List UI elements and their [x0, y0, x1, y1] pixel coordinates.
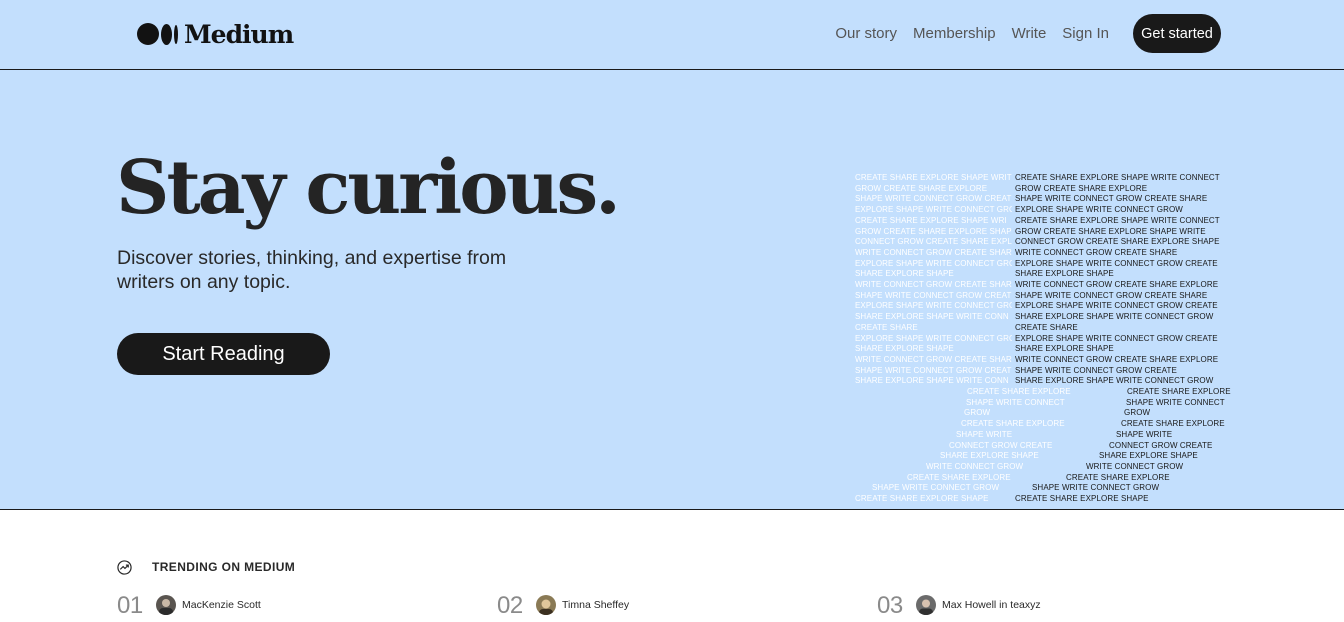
word-art-line: WRITE CONNECT GROW — [926, 461, 1024, 471]
trending-label: TRENDING ON MEDIUM — [152, 560, 296, 574]
trending-author[interactable]: MacKenzie Scott — [156, 595, 261, 615]
trending-header: TRENDING ON MEDIUM — [117, 558, 295, 576]
word-art-line: SHAPE WRITE — [1116, 429, 1173, 439]
word-art-line: GROW CREATE SHARE EXPLORE SHAPE WRITE — [1015, 226, 1206, 236]
word-art-line: EXPLORE SHAPE WRITE CONNECT GRO — [855, 301, 1012, 311]
trending-item[interactable]: 01 MacKenzie Scott — [117, 592, 261, 620]
word-art-line: CONNECT GROW CREATE — [1109, 440, 1213, 450]
trending-rank: 01 — [117, 592, 143, 619]
word-art-line: CONNECT GROW CREATE SHARE EXPL — [855, 237, 1012, 247]
brand-name: Medium — [184, 19, 294, 49]
word-art-line: SHAPE WRITE CONNECT GROW CREAT — [855, 290, 1012, 300]
word-art-line: WRITE CONNECT GROW — [1086, 461, 1184, 471]
word-art-line: EXPLORE SHAPE WRITE CONNECT GROW — [1015, 205, 1183, 215]
word-art-line: EXPLORE SHAPE WRITE CONNECT GRO — [855, 333, 1012, 343]
hero-title: Stay curious. — [116, 145, 621, 231]
word-art-line: CREATE SHARE EXPLORE SHAPE WRI — [855, 215, 1007, 225]
word-art-line: WRITE CONNECT GROW CREATE SHAR — [855, 354, 1012, 364]
trending-author[interactable]: Timna Sheffey — [536, 595, 629, 615]
start-reading-button[interactable]: Start Reading — [117, 333, 330, 375]
word-art-line: CREATE SHARE EXPLORE SHAPE WRITE CONNECT — [1015, 215, 1220, 225]
word-art-line: CONNECT GROW CREATE — [949, 440, 1053, 450]
avatar — [156, 595, 176, 615]
word-art-line: EXPLORE SHAPE WRITE CONNECT GROW CREATE — [1015, 301, 1218, 311]
word-art-line: SHAPE WRITE — [956, 429, 1013, 439]
word-art-line: EXPLORE SHAPE WRITE CONNECT GROW CREATE — [1015, 333, 1218, 343]
word-art-line: CREATE SHARE — [1015, 322, 1078, 332]
word-art-line: SHAPE WRITE CONNECT GROW — [1032, 483, 1160, 493]
trending-rank: 03 — [877, 592, 903, 619]
word-art-line: SHARE EXPLORE SHAPE WRITE CONNECT GROW — [1015, 376, 1214, 386]
word-art-line: SHARE EXPLORE SHAPE — [855, 344, 954, 354]
word-art-line: CREATE SHARE EXPLORE — [907, 472, 1011, 482]
word-art-line: EXPLORE SHAPE WRITE CONNECT GRO — [855, 258, 1012, 268]
trending-item[interactable]: 03 Max Howell in teaxyz — [877, 592, 1041, 620]
word-art-line: SHARE EXPLORE SHAPE WRITE CONNECT GROW — [1015, 312, 1214, 322]
get-started-button[interactable]: Get started — [1133, 14, 1221, 53]
word-art-line: EXPLORE SHAPE WRITE CONNECT GRO — [855, 205, 1012, 215]
avatar — [536, 595, 556, 615]
word-art-line: CREATE SHARE EXPLORE — [961, 419, 1065, 429]
word-art-line: GROW CREATE SHARE EXPLORE — [1015, 183, 1148, 193]
author-name: Timna Sheffey — [562, 599, 630, 611]
word-art-line: SHAPE WRITE CONNECT GROW CREATE SHARE — [1015, 194, 1208, 204]
author-name: Max Howell in teaxyz — [942, 599, 1041, 611]
word-art-line: SHAPE WRITE CONNECT GROW CREAT — [855, 365, 1012, 375]
word-art-line: SHARE EXPLORE SHAPE — [1015, 269, 1114, 279]
author-name: MacKenzie Scott — [182, 599, 261, 611]
word-art-line: CREATE SHARE EXPLORE — [967, 387, 1071, 396]
word-art-line: SHARE EXPLORE SHAPE — [855, 269, 954, 279]
word-art-line: EXPLORE SHAPE WRITE CONNECT GROW CREATE — [1015, 258, 1218, 268]
medium-logo-icon — [137, 23, 178, 45]
word-art-line: SHARE EXPLORE SHAPE WRITE CONN — [855, 312, 1009, 322]
word-art-line: SHAPE WRITE CONNECT GROW CREATE — [855, 194, 1012, 204]
word-art-line: GROW CREATE SHARE EXPLORE — [855, 183, 988, 193]
word-art-line: WRITE CONNECT GROW CREATE SHARE EXPLORE — [1015, 354, 1219, 364]
nav-sign-in-link[interactable]: Sign In — [1062, 25, 1109, 42]
word-art-line: SHAPE WRITE CONNECT — [966, 397, 1065, 407]
word-art-line: CREATE SHARE EXPLORE SHAPE — [855, 494, 989, 503]
trending-icon — [117, 559, 132, 575]
word-art-line: CREATE SHARE — [855, 322, 918, 332]
word-art-line: GROW — [1124, 408, 1151, 418]
word-art-line: WRITE CONNECT GROW CREATE SHARE — [855, 280, 1012, 289]
primary-nav: Our story Membership Write Sign In Get s… — [835, 14, 1221, 53]
word-art-line: SHARE EXPLORE SHAPE — [1015, 344, 1114, 354]
hero-subtitle: Discover stories, thinking, and expertis… — [117, 247, 507, 293]
nav-write-link[interactable]: Write — [1012, 25, 1047, 42]
word-art-line: CREATE SHARE EXPLORE — [1127, 387, 1231, 396]
word-art-line: CREATE SHARE EXPLORE — [1121, 419, 1225, 429]
top-navigation-bar: Medium Our story Membership Write Sign I… — [0, 0, 1344, 70]
hero-section: Stay curious. Discover stories, thinking… — [0, 70, 1344, 510]
trending-rank: 02 — [497, 592, 523, 619]
hero-word-art: CREATE SHARE EXPLORE SHAPE WRITE GROW CRE… — [855, 173, 1235, 509]
word-art-line: CREATE SHARE EXPLORE SHAPE WRITE — [855, 173, 1012, 182]
avatar — [916, 595, 936, 615]
word-art-line: SHARE EXPLORE SHAPE WRITE CONN — [855, 376, 1009, 386]
trending-author[interactable]: Max Howell in teaxyz — [916, 595, 1041, 615]
word-art-line: GROW — [964, 408, 991, 418]
medium-logo[interactable]: Medium — [137, 19, 294, 49]
word-art-line: SHAPE WRITE CONNECT GROW — [872, 483, 1000, 493]
word-art-line: SHARE EXPLORE SHAPE — [940, 451, 1039, 461]
word-art-line: SHAPE WRITE CONNECT GROW CREATE SHARE — [1015, 290, 1208, 300]
nav-membership-link[interactable]: Membership — [913, 25, 996, 42]
word-art-line: CREATE SHARE EXPLORE SHAPE WRITE CONNECT — [1015, 173, 1220, 182]
nav-our-story-link[interactable]: Our story — [835, 25, 897, 42]
word-art-line: CREATE SHARE EXPLORE SHAPE — [1015, 494, 1149, 503]
word-art-line: SHARE EXPLORE SHAPE — [1099, 451, 1198, 461]
trending-item[interactable]: 02 Timna Sheffey — [497, 592, 629, 620]
word-art-line: WRITE CONNECT GROW CREATE SHAR — [855, 247, 1012, 257]
word-art-line: CREATE SHARE EXPLORE — [1066, 472, 1170, 482]
word-art-line: GROW CREATE SHARE EXPLORE SHAP — [855, 226, 1012, 236]
word-art-line: WRITE CONNECT GROW CREATE SHARE EXPLORE — [1015, 280, 1219, 289]
word-art-line: WRITE CONNECT GROW CREATE SHARE — [1015, 247, 1178, 257]
word-art-line: CONNECT GROW CREATE SHARE EXPLORE SHAPE — [1015, 237, 1220, 247]
word-art-line: SHAPE WRITE CONNECT — [1126, 397, 1225, 407]
word-art-line: SHAPE WRITE CONNECT GROW CREATE — [1015, 365, 1177, 375]
